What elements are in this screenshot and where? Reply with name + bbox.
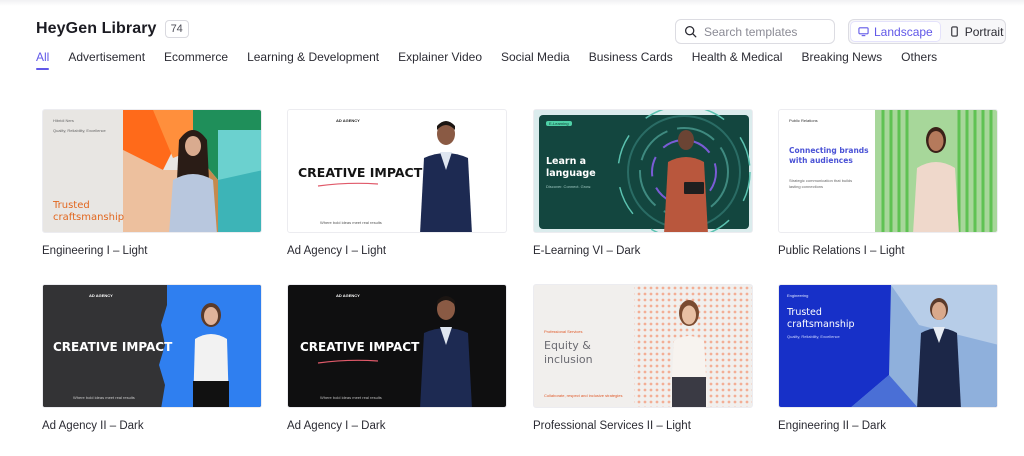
thumb-subtitle: Where bold ideas meet real results (320, 395, 382, 400)
template-title[interactable]: Engineering II – Dark (778, 420, 998, 432)
tab-others[interactable]: Others (901, 50, 937, 70)
template-thumbnail[interactable]: E-Learning Learn a language Discover. Co… (533, 109, 753, 233)
thumb-subtitle: Strategic communication that builds last… (789, 178, 853, 189)
template-card[interactable]: AD AGENCY CREATIVE IMPACT Where bold ide… (42, 284, 262, 432)
library-header: HeyGen Library 74 (36, 20, 189, 38)
thumb-headline: Learn a language (546, 156, 596, 179)
tab-breaking-news[interactable]: Breaking News (801, 50, 882, 70)
template-title[interactable]: Ad Agency I – Dark (287, 420, 507, 432)
template-thumbnail[interactable]: AD AGENCY CREATIVE IMPACT Where bold ide… (42, 284, 262, 408)
thumb-kicker: AD AGENCY (89, 293, 113, 298)
thumb-kicker: AD AGENCY (336, 118, 360, 123)
template-thumbnail[interactable]: AD AGENCY CREATIVE IMPACT Where bold ide… (287, 109, 507, 233)
template-count-badge: 74 (164, 20, 189, 38)
tab-learning-development[interactable]: Learning & Development (247, 50, 379, 70)
template-title[interactable]: Ad Agency II – Dark (42, 420, 262, 432)
tab-ecommerce[interactable]: Ecommerce (164, 50, 228, 70)
portrait-option[interactable]: Portrait (942, 22, 1011, 41)
search-input[interactable] (704, 24, 824, 39)
thumb-headline: CREATIVE IMPACT (300, 340, 420, 354)
template-card[interactable]: Hibridi Ners Quality, Reliability, Excel… (42, 109, 262, 257)
thumb-kicker: Professional Services (544, 329, 583, 334)
template-thumbnail[interactable]: Hibridi Ners Quality, Reliability, Excel… (42, 109, 262, 233)
category-tabs: All Advertisement Ecommerce Learning & D… (36, 50, 956, 70)
template-artwork (875, 110, 997, 232)
template-card[interactable]: Public Relations Connecting brands with … (778, 109, 998, 257)
template-title[interactable]: Ad Agency I – Light (287, 245, 507, 257)
thumb-kicker: AD AGENCY (336, 293, 360, 298)
orientation-toggle: Landscape Portrait (848, 19, 1006, 44)
template-thumbnail[interactable]: Public Relations Connecting brands with … (778, 109, 998, 233)
template-card[interactable]: Engineering Trusted craftsmanship Qualit… (778, 284, 998, 432)
template-title[interactable]: Engineering I – Light (42, 245, 262, 257)
portrait-label: Portrait (964, 24, 1004, 39)
template-title[interactable]: Professional Services II – Light (533, 420, 753, 432)
thumb-headline: CREATIVE IMPACT (298, 165, 423, 180)
template-title[interactable]: Public Relations I – Light (778, 245, 998, 257)
page-title: HeyGen Library (36, 20, 157, 37)
template-artwork (851, 285, 997, 407)
tab-business-cards[interactable]: Business Cards (589, 50, 673, 70)
template-thumbnail[interactable]: Professional Services Equity & inclusion… (533, 284, 753, 408)
thumb-headline: Connecting brands with audiences (789, 146, 869, 165)
thumb-kicker: Public Relations (789, 118, 818, 123)
thumb-subtitle: Collaborate, respect and inclusive strat… (544, 393, 623, 398)
tab-advertisement[interactable]: Advertisement (68, 50, 145, 70)
thumb-subtitle: Quality, Reliability, Excellence (53, 128, 106, 133)
template-thumbnail[interactable]: Engineering Trusted craftsmanship Qualit… (778, 284, 998, 408)
tab-explainer-video[interactable]: Explainer Video (398, 50, 482, 70)
thumb-headline: Equity & inclusion (544, 339, 593, 366)
thumb-subtitle: Quality, Reliability, Excellence (787, 334, 840, 339)
search-box[interactable] (675, 19, 835, 44)
thumb-subtitle: Where bold ideas meet real results (73, 395, 135, 400)
template-card[interactable]: AD AGENCY CREATIVE IMPACT Where bold ide… (287, 284, 507, 432)
thumb-kicker: E-Learning (546, 121, 572, 126)
thumb-headline: CREATIVE IMPACT (53, 340, 173, 354)
monitor-icon (858, 27, 869, 37)
thumb-subtitle: Where bold ideas meet real results (320, 220, 382, 225)
thumb-kicker: Engineering (787, 293, 809, 298)
thumb-headline: Trusted craftsmanship (53, 200, 125, 223)
template-thumbnail[interactable]: AD AGENCY CREATIVE IMPACT Where bold ide… (287, 284, 507, 408)
landscape-option[interactable]: Landscape (851, 22, 940, 41)
template-card[interactable]: E-Learning Learn a language Discover. Co… (533, 109, 753, 257)
top-shadow (0, 0, 1024, 6)
search-icon (684, 25, 697, 38)
tab-health-medical[interactable]: Health & Medical (692, 50, 783, 70)
thumb-kicker: Hibridi Ners (53, 118, 74, 123)
thumb-subtitle: Discover. Connect. Grow. (546, 184, 592, 189)
template-card[interactable]: AD AGENCY CREATIVE IMPACT Where bold ide… (287, 109, 507, 257)
tab-social-media[interactable]: Social Media (501, 50, 570, 70)
template-title[interactable]: E-Learning VI – Dark (533, 245, 753, 257)
phone-icon (950, 26, 958, 37)
template-card[interactable]: Professional Services Equity & inclusion… (533, 284, 753, 432)
tab-all[interactable]: All (36, 50, 50, 70)
landscape-label: Landscape (874, 24, 933, 39)
thumb-headline: Trusted craftsmanship (787, 307, 855, 330)
